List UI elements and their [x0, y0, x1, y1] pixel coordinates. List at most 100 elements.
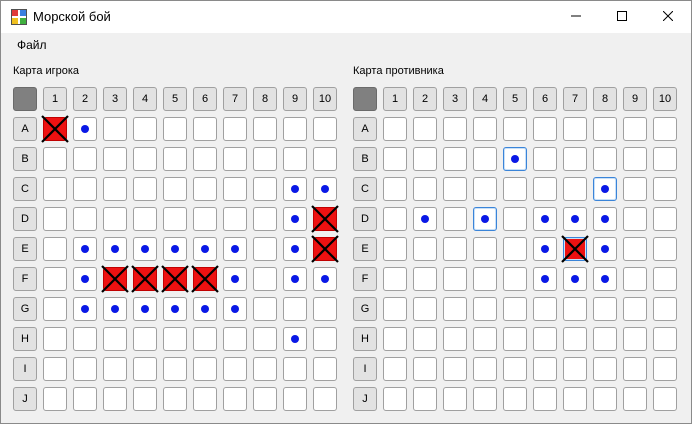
- enemy-cell-H7[interactable]: [563, 327, 587, 351]
- enemy-cell-A4[interactable]: [473, 117, 497, 141]
- enemy-cell-A2[interactable]: [413, 117, 437, 141]
- enemy-cell-C6[interactable]: [533, 177, 557, 201]
- enemy-cell-B3[interactable]: [443, 147, 467, 171]
- enemy-cell-I2[interactable]: [413, 357, 437, 381]
- enemy-cell-G6[interactable]: [533, 297, 557, 321]
- enemy-cell-I5[interactable]: [503, 357, 527, 381]
- enemy-cell-B9[interactable]: [623, 147, 647, 171]
- enemy-cell-F7[interactable]: [563, 267, 587, 291]
- enemy-cell-D8[interactable]: [593, 207, 617, 231]
- enemy-cell-D3[interactable]: [443, 207, 467, 231]
- enemy-cell-H2[interactable]: [413, 327, 437, 351]
- enemy-cell-F9[interactable]: [623, 267, 647, 291]
- enemy-cell-I3[interactable]: [443, 357, 467, 381]
- enemy-cell-G1[interactable]: [383, 297, 407, 321]
- enemy-cell-C1[interactable]: [383, 177, 407, 201]
- enemy-cell-J10[interactable]: [653, 387, 677, 411]
- enemy-cell-A3[interactable]: [443, 117, 467, 141]
- enemy-cell-D4[interactable]: [473, 207, 497, 231]
- enemy-cell-I4[interactable]: [473, 357, 497, 381]
- enemy-cell-H6[interactable]: [533, 327, 557, 351]
- enemy-cell-F5[interactable]: [503, 267, 527, 291]
- enemy-cell-J4[interactable]: [473, 387, 497, 411]
- enemy-cell-I10[interactable]: [653, 357, 677, 381]
- enemy-cell-A9[interactable]: [623, 117, 647, 141]
- enemy-cell-A10[interactable]: [653, 117, 677, 141]
- enemy-cell-H5[interactable]: [503, 327, 527, 351]
- enemy-cell-G10[interactable]: [653, 297, 677, 321]
- enemy-cell-A7[interactable]: [563, 117, 587, 141]
- enemy-cell-J3[interactable]: [443, 387, 467, 411]
- enemy-cell-D2[interactable]: [413, 207, 437, 231]
- enemy-cell-H8[interactable]: [593, 327, 617, 351]
- enemy-cell-E7[interactable]: [561, 235, 589, 263]
- enemy-cell-F10[interactable]: [653, 267, 677, 291]
- enemy-cell-F8[interactable]: [593, 267, 617, 291]
- enemy-cell-F2[interactable]: [413, 267, 437, 291]
- enemy-cell-H1[interactable]: [383, 327, 407, 351]
- enemy-cell-J8[interactable]: [593, 387, 617, 411]
- enemy-cell-B1[interactable]: [383, 147, 407, 171]
- enemy-cell-F3[interactable]: [443, 267, 467, 291]
- enemy-cell-D6[interactable]: [533, 207, 557, 231]
- menu-file[interactable]: Файл: [17, 38, 47, 52]
- enemy-cell-G5[interactable]: [503, 297, 527, 321]
- enemy-cell-D9[interactable]: [623, 207, 647, 231]
- enemy-cell-C7[interactable]: [563, 177, 587, 201]
- enemy-cell-B6[interactable]: [533, 147, 557, 171]
- enemy-cell-B4[interactable]: [473, 147, 497, 171]
- enemy-cell-A1[interactable]: [383, 117, 407, 141]
- enemy-cell-C4[interactable]: [473, 177, 497, 201]
- enemy-cell-H4[interactable]: [473, 327, 497, 351]
- enemy-cell-A6[interactable]: [533, 117, 557, 141]
- enemy-cell-G9[interactable]: [623, 297, 647, 321]
- enemy-cell-J5[interactable]: [503, 387, 527, 411]
- enemy-cell-E2[interactable]: [413, 237, 437, 261]
- enemy-cell-B10[interactable]: [653, 147, 677, 171]
- enemy-cell-J9[interactable]: [623, 387, 647, 411]
- enemy-cell-E3[interactable]: [443, 237, 467, 261]
- enemy-cell-E4[interactable]: [473, 237, 497, 261]
- enemy-cell-B5[interactable]: [503, 147, 527, 171]
- minimize-button[interactable]: [553, 1, 599, 33]
- enemy-cell-J1[interactable]: [383, 387, 407, 411]
- enemy-cell-E10[interactable]: [653, 237, 677, 261]
- enemy-cell-E5[interactable]: [503, 237, 527, 261]
- enemy-cell-F4[interactable]: [473, 267, 497, 291]
- enemy-cell-H3[interactable]: [443, 327, 467, 351]
- enemy-cell-E8[interactable]: [593, 237, 617, 261]
- enemy-cell-I6[interactable]: [533, 357, 557, 381]
- enemy-cell-B7[interactable]: [563, 147, 587, 171]
- enemy-cell-I9[interactable]: [623, 357, 647, 381]
- enemy-cell-D10[interactable]: [653, 207, 677, 231]
- enemy-cell-D5[interactable]: [503, 207, 527, 231]
- enemy-cell-C5[interactable]: [503, 177, 527, 201]
- enemy-cell-G7[interactable]: [563, 297, 587, 321]
- enemy-cell-C9[interactable]: [623, 177, 647, 201]
- enemy-cell-J6[interactable]: [533, 387, 557, 411]
- enemy-cell-A8[interactable]: [593, 117, 617, 141]
- enemy-cell-D1[interactable]: [383, 207, 407, 231]
- enemy-cell-E1[interactable]: [383, 237, 407, 261]
- enemy-cell-C10[interactable]: [653, 177, 677, 201]
- enemy-cell-D7[interactable]: [563, 207, 587, 231]
- enemy-cell-J7[interactable]: [563, 387, 587, 411]
- close-button[interactable]: [645, 1, 691, 33]
- enemy-cell-F6[interactable]: [533, 267, 557, 291]
- enemy-cell-H9[interactable]: [623, 327, 647, 351]
- enemy-cell-F1[interactable]: [383, 267, 407, 291]
- enemy-cell-E6[interactable]: [533, 237, 557, 261]
- enemy-cell-I1[interactable]: [383, 357, 407, 381]
- maximize-button[interactable]: [599, 1, 645, 33]
- enemy-cell-G8[interactable]: [593, 297, 617, 321]
- enemy-cell-C2[interactable]: [413, 177, 437, 201]
- enemy-cell-A5[interactable]: [503, 117, 527, 141]
- enemy-cell-H10[interactable]: [653, 327, 677, 351]
- enemy-cell-C8[interactable]: [593, 177, 617, 201]
- enemy-cell-I8[interactable]: [593, 357, 617, 381]
- enemy-cell-B8[interactable]: [593, 147, 617, 171]
- enemy-cell-C3[interactable]: [443, 177, 467, 201]
- enemy-cell-B2[interactable]: [413, 147, 437, 171]
- enemy-cell-G2[interactable]: [413, 297, 437, 321]
- enemy-cell-J2[interactable]: [413, 387, 437, 411]
